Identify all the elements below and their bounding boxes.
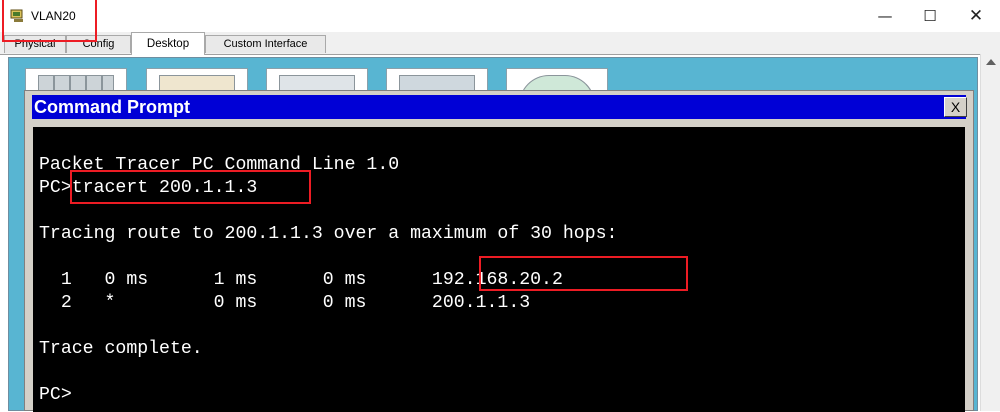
minimize-button[interactable]: —: [870, 6, 900, 26]
terminal-line: Trace complete.: [39, 339, 203, 359]
terminal-line: Tracing route to 200.1.1.3 over a maximu…: [39, 224, 618, 244]
scroll-up-arrow-icon[interactable]: [986, 59, 996, 65]
highlight-box-window-title: [2, 0, 97, 42]
vertical-scrollbar[interactable]: [980, 54, 1000, 411]
command-prompt-window: Command Prompt X Packet Tracer PC Comman…: [24, 90, 974, 412]
command-prompt-close-button[interactable]: X: [944, 97, 967, 117]
window-titlebar: VLAN20 — ☐ ✕: [0, 0, 1000, 32]
command-prompt-title: Command Prompt: [34, 97, 191, 117]
tab-desktop[interactable]: Desktop: [131, 32, 205, 55]
maximize-button[interactable]: ☐: [915, 6, 945, 26]
tab-custom-interface[interactable]: Custom Interface: [205, 35, 326, 53]
terminal-prompt: PC>: [39, 385, 72, 405]
highlight-box-first-hop: [479, 256, 688, 291]
close-button[interactable]: ✕: [961, 6, 991, 26]
tab-bar: Physical Config Desktop Custom Interface: [0, 32, 1000, 55]
command-prompt-titlebar: Command Prompt X: [32, 95, 967, 119]
terminal-line: 2 * 0 ms 0 ms 200.1.1.3: [39, 293, 531, 313]
highlight-box-tracert-command: [70, 170, 311, 204]
